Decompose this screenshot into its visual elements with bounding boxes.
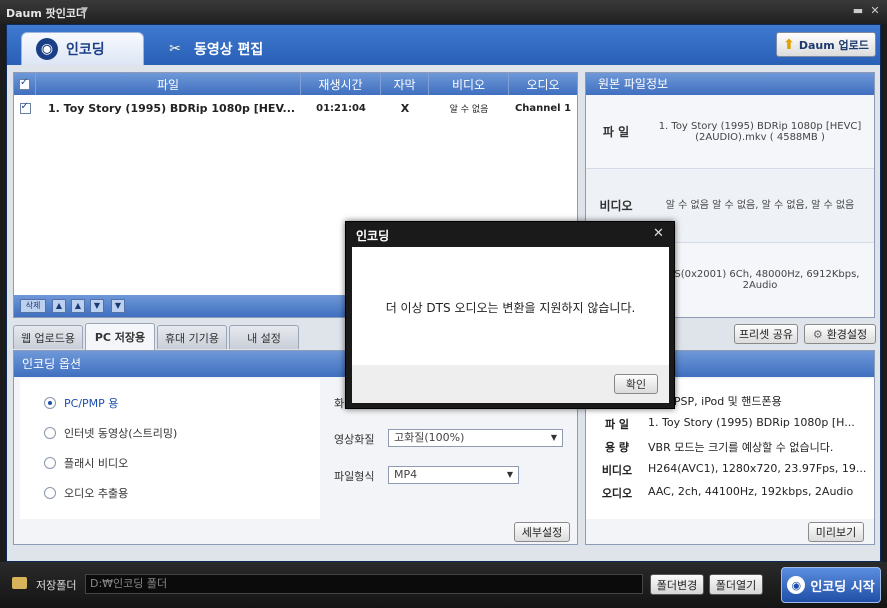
format-select[interactable]: MP4 ▼	[388, 466, 519, 484]
tab-mobile-device[interactable]: 휴대 기기용	[157, 325, 227, 349]
gear-icon: ⚙	[812, 327, 823, 341]
result-row: 파 일 1. Toy Story (1995) BDRip 1080p [H...	[604, 416, 855, 431]
quality-label: 영상화질	[334, 433, 375, 446]
row-video: 알 수 없음	[449, 104, 489, 115]
column-subtitle[interactable]: 자막	[381, 73, 429, 95]
film-reel-icon: ◉	[36, 38, 58, 60]
column-audio[interactable]: 오디오	[509, 73, 577, 95]
source-audio-value: DTS(0x2001) 6Ch, 48000Hz, 6912Kbps, 2Aud…	[660, 269, 860, 291]
title-bar: Daum 팟인코더 ▼ ▬ ✕	[0, 0, 887, 24]
row-file-name: 1. Toy Story (1995) BDRip 1080p [HEV...	[48, 101, 296, 115]
result-row: 용 량 VBR 모드는 크기를 예상할 수 없습니다.	[604, 441, 834, 454]
env-settings-label: 환경설정	[826, 328, 868, 341]
quality-select[interactable]: 고화질(100%) ▼	[388, 429, 563, 447]
save-folder-label: 저장폴더	[36, 579, 77, 592]
close-icon[interactable]: ✕	[868, 4, 882, 18]
move-down-button[interactable]: ▼	[90, 299, 104, 313]
alert-dialog: 인코딩 ✕ 더 이상 DTS 오디오는 변환을 지원하지 않습니다. 확인	[345, 221, 675, 409]
upload-arrow-icon: ⬆	[783, 36, 795, 53]
source-file-value: 1. Toy Story (1995) BDRip 1080p [HEVC] (…	[658, 120, 862, 143]
tab-video-edit-label: 동영상 편집	[194, 41, 264, 58]
main-tab-bar: ◉ 인코딩 ✂ 동영상 편집	[7, 25, 880, 65]
column-duration[interactable]: 재생시간	[301, 73, 381, 95]
open-folder-button[interactable]: 폴더열기	[709, 574, 763, 595]
daum-upload-label: Daum 업로드	[798, 38, 869, 52]
source-file-row: 파 일 1. Toy Story (1995) BDRip 1080p [HEV…	[586, 95, 874, 169]
env-settings-button[interactable]: ⚙ 환경설정	[804, 324, 876, 344]
minimize-icon[interactable]: ▬	[851, 4, 865, 18]
preset-share-button[interactable]: 프리셋 공유	[734, 324, 798, 344]
tab-encoding[interactable]: ◉ 인코딩	[21, 32, 144, 65]
chevron-down-icon: ▼	[550, 433, 557, 442]
tab-video-edit[interactable]: ✂ 동영상 편집	[150, 32, 275, 65]
file-list-header: 파일 재생시간 자막 비디오 오디오	[14, 73, 577, 95]
radio-flash-video[interactable]: 플래시 비디오	[44, 455, 128, 471]
start-encoding-label: 인코딩 시작	[810, 579, 875, 595]
row-duration: 01:21:04	[316, 102, 366, 114]
source-file-label: 파 일	[602, 125, 630, 139]
film-reel-icon: ◉	[787, 576, 806, 594]
column-file[interactable]: 파일	[36, 73, 301, 95]
delete-button[interactable]: 삭제	[20, 299, 46, 313]
save-folder-field[interactable]: D:₩인코딩 폴더	[85, 574, 643, 594]
row-checkbox[interactable]	[14, 101, 36, 114]
table-row[interactable]: 1. Toy Story (1995) BDRip 1080p [HEV... …	[14, 98, 577, 118]
column-video[interactable]: 비디오	[429, 73, 509, 95]
daum-upload-button[interactable]: ⬆ Daum 업로드	[776, 32, 876, 57]
dialog-body: 더 이상 DTS 오디오는 변환을 지원하지 않습니다.	[352, 247, 669, 365]
source-video-value: 알 수 없음 알 수 없음, 알 수 없음, 알 수 없음	[665, 200, 855, 211]
close-icon[interactable]: ✕	[653, 226, 664, 241]
preview-button[interactable]: 미리보기	[808, 522, 864, 542]
encoding-type-radios: PC/PMP 용 인터넷 동영상(스트리밍) 플래시 비디오 오디오 추출용	[20, 379, 320, 519]
move-bottom-button[interactable]: ▼	[111, 299, 125, 313]
dialog-footer: 확인	[352, 365, 669, 403]
start-encoding-button[interactable]: ◉ 인코딩 시작	[781, 567, 881, 603]
row-subtitle: X	[400, 101, 410, 115]
chevron-down-icon[interactable]: ▼	[81, 6, 88, 16]
app-title: Daum 팟인코더	[6, 7, 87, 20]
scissors-icon: ✂	[169, 40, 181, 57]
source-video-label: 비디오	[599, 199, 633, 213]
detail-settings-button[interactable]: 세부설정	[514, 522, 570, 542]
partial-label: 화	[334, 397, 345, 410]
select-all-checkbox[interactable]	[14, 73, 36, 95]
ok-button[interactable]: 확인	[614, 374, 658, 394]
change-folder-button[interactable]: 폴더변경	[650, 574, 704, 595]
tab-my-settings[interactable]: 내 설정	[229, 325, 299, 349]
result-row: 오디오 AAC, 2ch, 44100Hz, 192kbps, 2Audio	[601, 485, 854, 500]
radio-streaming[interactable]: 인터넷 동영상(스트리밍)	[44, 425, 177, 441]
move-up-button[interactable]: ▲	[71, 299, 85, 313]
tab-encoding-label: 인코딩	[66, 42, 105, 58]
dialog-title: 인코딩	[356, 229, 390, 243]
result-row: 비디오 H264(AVC1), 1280x720, 23.97Fps, 19...	[601, 462, 867, 477]
tab-web-upload[interactable]: 웹 업로드용	[13, 325, 83, 349]
format-label: 파일형식	[334, 470, 375, 483]
row-audio: Channel 1	[514, 102, 572, 114]
move-top-button[interactable]: ▲	[52, 299, 66, 313]
source-info-header: 원본 파일정보	[586, 73, 874, 95]
radio-audio-extract[interactable]: 오디오 추출용	[44, 485, 128, 501]
chevron-down-icon: ▼	[506, 470, 513, 479]
dialog-message: 더 이상 DTS 오디오는 변환을 지원하지 않습니다.	[385, 301, 636, 315]
radio-pc-pmp[interactable]: PC/PMP 용	[44, 395, 118, 411]
folder-icon	[12, 577, 27, 589]
tab-pc-storage[interactable]: PC 저장용	[85, 323, 155, 350]
